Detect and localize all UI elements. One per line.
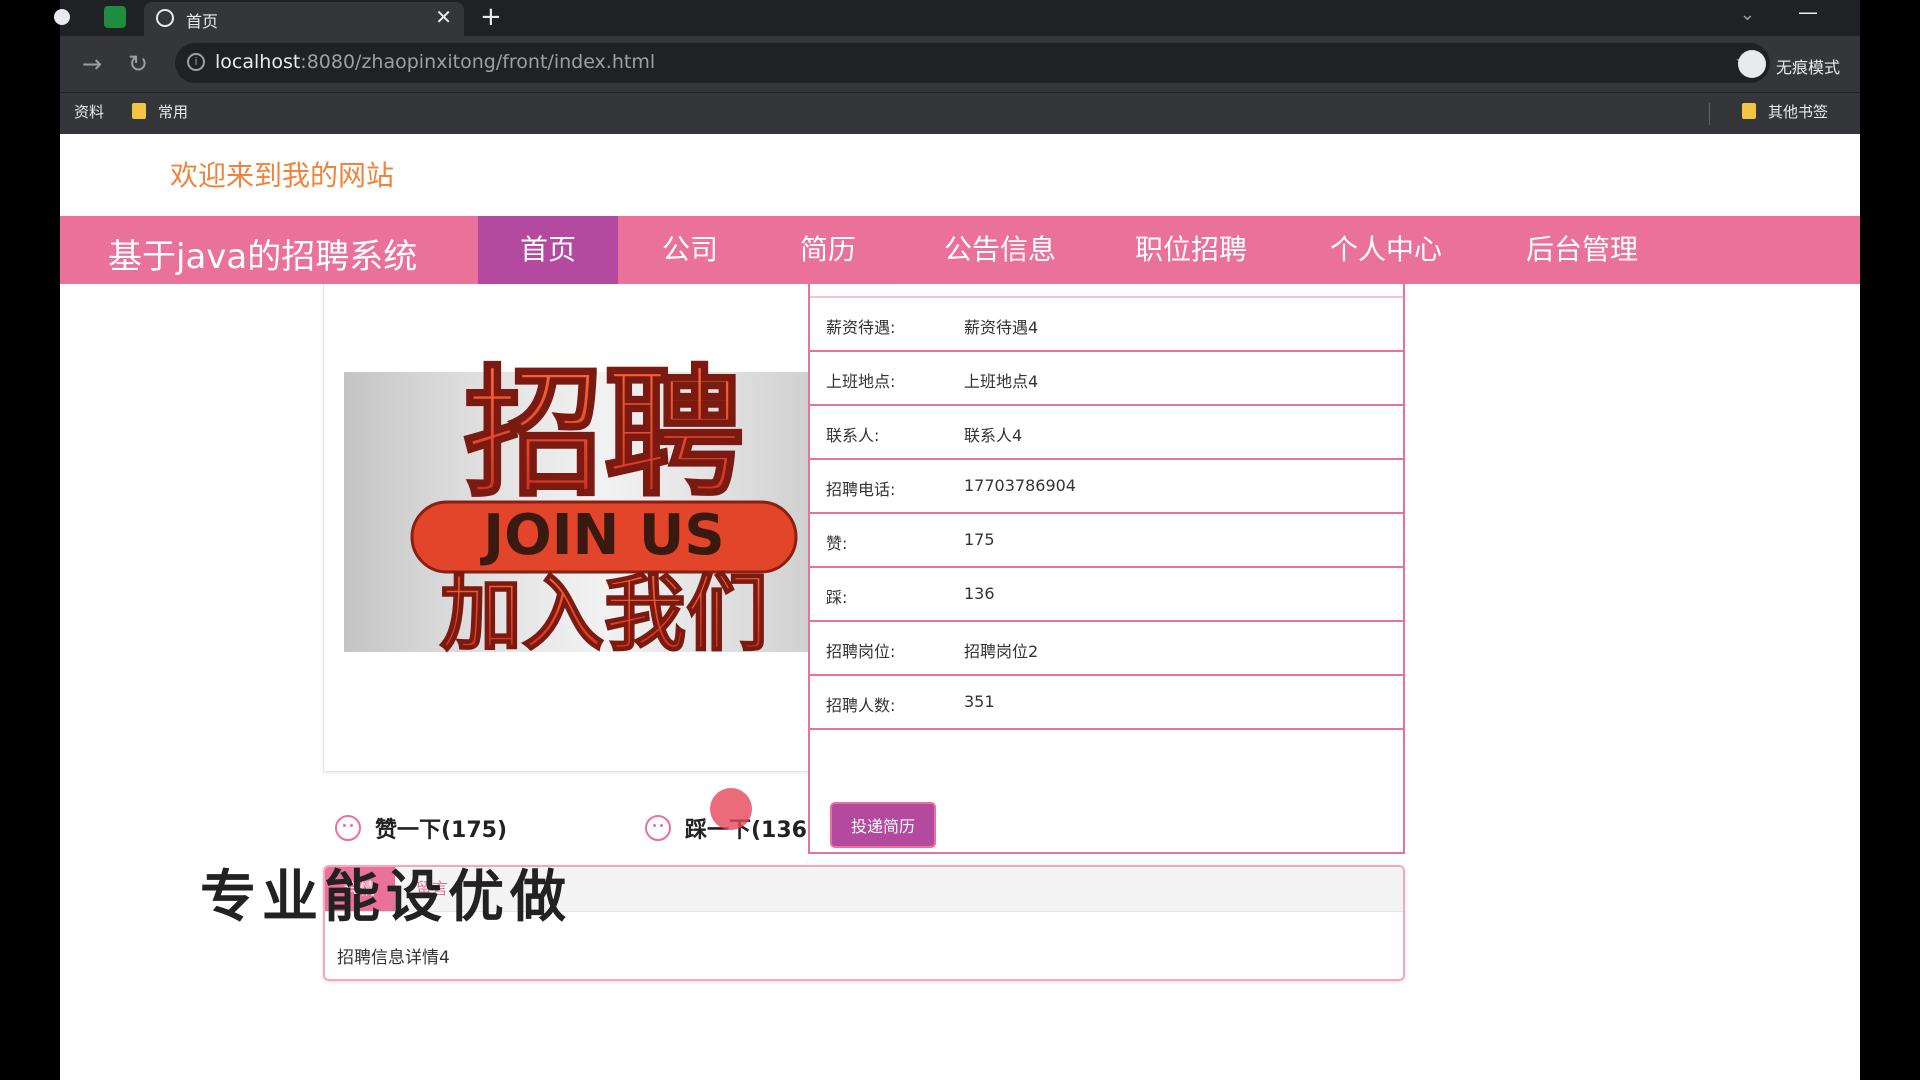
forward-icon[interactable]: →: [82, 48, 102, 80]
bookmark-folder[interactable]: 常用: [132, 101, 188, 122]
incognito-icon: [1738, 50, 1766, 78]
divider: [1709, 103, 1710, 125]
section-heading: 专业能设优做: [200, 865, 572, 930]
dislike-label: 踩一下(136): [685, 818, 818, 843]
nav-profile[interactable]: 个人中心: [1311, 216, 1461, 284]
pinned-tab-icon[interactable]: [54, 9, 70, 25]
other-bookmarks[interactable]: 其他书签: [1741, 101, 1828, 122]
table-row: 招聘人数: 351: [810, 676, 1403, 730]
click-indicator: [710, 788, 752, 830]
toolbar: → ↻ i localhost:8080/zhaopinxitong/front…: [60, 36, 1860, 92]
field-label: 招聘电话:: [826, 480, 896, 499]
new-tab-button[interactable]: +: [480, 2, 502, 32]
tab-active[interactable]: 首页 ✕: [144, 2, 464, 36]
folder-icon: [1741, 103, 1756, 119]
job-image-card: 招聘 JOIN US 加入我们: [323, 284, 891, 772]
page: 欢迎来到我的网站 基于java的招聘系统 首页 公司 简历 公告信息 职位招聘 …: [60, 134, 1860, 1080]
smile-icon: [335, 815, 361, 841]
field-label: 上班地点:: [826, 372, 896, 391]
nav-admin[interactable]: 后台管理: [1507, 216, 1657, 284]
nav-announcements[interactable]: 公告信息: [925, 216, 1075, 284]
field-value: 175: [964, 530, 995, 549]
table-row: 联系人: 联系人4: [810, 406, 1403, 460]
browser-chrome: 首页 ✕ + ⌄ — → ↻ i localhost:8080/zhaopinx…: [54, 0, 1860, 135]
field-label: 薪资待遇:: [826, 318, 896, 337]
tab-title: 首页: [186, 12, 219, 31]
table-row: 招聘电话: 17703786904: [810, 460, 1403, 514]
field-value: 17703786904: [964, 476, 1076, 495]
field-value: 136: [964, 584, 995, 603]
site-title: 基于java的招聘系统: [108, 237, 418, 277]
tab-content: 招聘信息详情4: [337, 948, 450, 968]
incognito-indicator[interactable]: 无痕模式: [1738, 50, 1848, 82]
folder-icon: [132, 103, 146, 119]
field-label: 踩:: [826, 588, 848, 607]
field-label: 招聘人数:: [826, 696, 896, 715]
main-nav: 基于java的招聘系统 首页 公司 简历 公告信息 职位招聘 个人中心 后台管理: [60, 216, 1860, 284]
table-row: 上班地点: 上班地点4: [810, 352, 1403, 406]
like-label: 赞一下(175): [375, 818, 508, 843]
field-value: 联系人4: [964, 426, 1023, 445]
bookmarks-bar: 资料 常用 其他书签: [60, 92, 1860, 135]
reload-icon[interactable]: ↻: [128, 48, 148, 80]
apply-resume-button[interactable]: 投递简历: [832, 804, 934, 846]
minimize-button[interactable]: —: [1798, 0, 1818, 24]
sheets-tab-icon[interactable]: [104, 6, 126, 28]
table-row: 赞: 175: [810, 514, 1403, 568]
chevron-down-icon[interactable]: ⌄: [1740, 4, 1755, 25]
table-row: 薪资待遇: 薪资待遇4: [810, 298, 1403, 352]
field-value: 上班地点4: [964, 372, 1039, 391]
nav-resume[interactable]: 简历: [778, 216, 878, 284]
job-info-table: 薪资待遇: 薪资待遇4 上班地点: 上班地点4 联系人: 联系人4 招聘电话: …: [808, 284, 1405, 854]
field-label: 招聘岗位:: [826, 642, 896, 661]
url-text[interactable]: localhost:8080/zhaopinxitong/front/index…: [215, 51, 655, 73]
welcome-text: 欢迎来到我的网站: [170, 159, 395, 192]
tab-strip: 首页 ✕ + ⌄ —: [54, 0, 1860, 36]
field-value: 招聘岗位2: [964, 642, 1039, 661]
nav-jobs[interactable]: 职位招聘: [1116, 216, 1266, 284]
field-label: 赞:: [826, 534, 848, 553]
poster-sub-text: 加入我们: [440, 567, 768, 662]
table-top-row: [810, 284, 1403, 298]
globe-icon: [156, 9, 174, 27]
poster-banner-text: JOIN US: [479, 503, 724, 568]
table-row: 招聘岗位: 招聘岗位2: [810, 622, 1403, 676]
recruitment-poster: 招聘 JOIN US 加入我们: [344, 352, 864, 663]
close-icon[interactable]: ✕: [435, 5, 452, 29]
frown-icon: [645, 815, 671, 841]
poster-main-text: 招聘: [464, 353, 744, 516]
field-value: 351: [964, 692, 995, 711]
field-value: 薪资待遇4: [964, 318, 1039, 337]
nav-home[interactable]: 首页: [478, 216, 618, 284]
address-bar[interactable]: i localhost:8080/zhaopinxitong/front/ind…: [175, 43, 1770, 83]
field-label: 联系人:: [826, 426, 880, 445]
info-icon[interactable]: i: [187, 53, 205, 71]
incognito-label: 无痕模式: [1776, 58, 1841, 77]
nav-company[interactable]: 公司: [640, 216, 740, 284]
table-row: 踩: 136: [810, 568, 1403, 622]
bookmark-item[interactable]: 资料: [74, 101, 104, 122]
like-button[interactable]: 赞一下(175): [335, 812, 507, 852]
